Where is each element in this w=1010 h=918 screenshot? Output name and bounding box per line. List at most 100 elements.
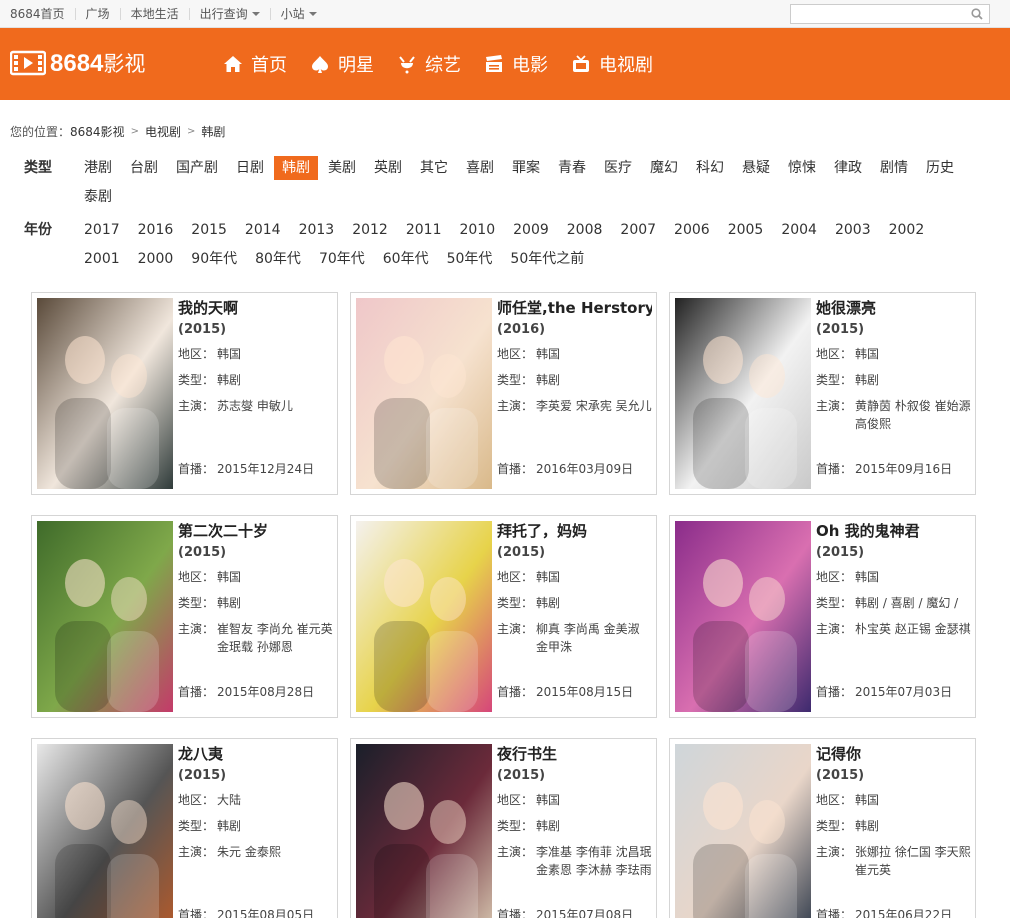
type-option[interactable]: 港剧 bbox=[76, 156, 120, 180]
type-option[interactable]: 英剧 bbox=[366, 156, 410, 180]
show-title[interactable]: 第二次二十岁 bbox=[178, 520, 333, 542]
year-option[interactable]: 2000 bbox=[130, 247, 182, 271]
show-title[interactable]: 龙八夷 bbox=[178, 743, 333, 765]
show-title[interactable]: 拜托了，妈妈 bbox=[497, 520, 652, 542]
type-option[interactable]: 台剧 bbox=[122, 156, 166, 180]
nav-tv[interactable]: 电视剧 bbox=[570, 50, 653, 78]
top-link[interactable]: 小站 bbox=[271, 8, 327, 20]
type-option[interactable]: 韩剧 bbox=[274, 156, 318, 180]
poster-image[interactable] bbox=[675, 521, 811, 712]
poster-image[interactable] bbox=[37, 521, 173, 712]
year-option[interactable]: 2008 bbox=[559, 218, 611, 242]
premiere-label: 首播： bbox=[178, 462, 215, 476]
premiere-label: 首播： bbox=[816, 908, 853, 918]
breadcrumb-item-tv[interactable]: 电视剧 bbox=[145, 123, 181, 140]
show-card[interactable]: 拜托了，妈妈 (2015) 地区： 韩国 类型： 韩剧 主演： 柳真 李尚禹 金美淑 … bbox=[350, 515, 657, 718]
show-info: 龙八夷 (2015) 地区： 大陆 类型： 韩剧 主演： 朱元 金泰熙 bbox=[178, 743, 333, 861]
top-search-input[interactable] bbox=[791, 5, 961, 23]
year-option[interactable]: 70年代 bbox=[311, 247, 373, 271]
show-title[interactable]: 师任堂,the Herstory bbox=[497, 297, 652, 319]
show-title[interactable]: 夜行书生 bbox=[497, 743, 652, 765]
genre-label: 类型： bbox=[497, 373, 534, 387]
genre-label: 类型： bbox=[816, 373, 853, 387]
type-options: 港剧 台剧 国产剧 日剧 韩剧 美剧 英剧 其它 喜剧 罪案 青春 医疗 魔幻 科幻 悬疑 惊悚 律政 剧情 历史泰… bbox=[76, 154, 976, 212]
type-option[interactable]: 惊悚 bbox=[780, 156, 824, 180]
year-option[interactable]: 2014 bbox=[237, 218, 289, 242]
show-card[interactable]: 夜行书生 (2015) 地区： 韩国 类型： 韩剧 主演： 李准基 李侑菲 沈昌珉 金… bbox=[350, 738, 657, 918]
type-option[interactable]: 日剧 bbox=[228, 156, 272, 180]
show-card[interactable]: 第二次二十岁 (2015) 地区： 韩国 类型： 韩剧 主演： 崔智友 李尚允 崔元英… bbox=[31, 515, 338, 718]
year-option[interactable]: 2013 bbox=[291, 218, 343, 242]
year-option[interactable]: 2001 bbox=[76, 247, 128, 271]
breadcrumb-item-site[interactable]: 8684影视 bbox=[70, 123, 125, 140]
show-info: 她很漂亮 (2015) 地区： 韩国 类型： 韩剧 主演： 黄静茵 朴叙俊 崔始源 高… bbox=[816, 297, 971, 433]
show-card[interactable]: Oh 我的鬼神君 (2015) 地区： 韩国 类型： 韩剧 / 喜剧 / 魔幻 / … bbox=[669, 515, 976, 718]
top-link[interactable]: 8684首页 bbox=[0, 7, 76, 20]
year-option[interactable]: 2009 bbox=[505, 218, 557, 242]
premiere-date: 2015年07月03日 bbox=[855, 685, 953, 699]
year-option[interactable]: 2017 bbox=[76, 218, 128, 242]
poster-image[interactable] bbox=[675, 744, 811, 918]
type-option[interactable]: 悬疑 bbox=[734, 156, 778, 180]
nav-variety[interactable]: 综艺 bbox=[396, 50, 461, 78]
year-option[interactable]: 2012 bbox=[344, 218, 396, 242]
show-card[interactable]: 记得你 (2015) 地区： 韩国 类型： 韩剧 主演： 张娜拉 徐仁国 李天熙 崔元… bbox=[669, 738, 976, 918]
type-option[interactable]: 魔幻 bbox=[642, 156, 686, 180]
type-option[interactable]: 泰剧 bbox=[76, 185, 120, 209]
poster-image[interactable] bbox=[356, 744, 492, 918]
type-filter: 类型 港剧 台剧 国产剧 日剧 韩剧 美剧 英剧 其它 喜剧 罪案 青春 医疗 魔幻 科幻 悬疑 惊悚 律政 剧情… bbox=[24, 154, 976, 205]
year-option[interactable]: 2016 bbox=[130, 218, 182, 242]
search-icon[interactable] bbox=[971, 8, 983, 20]
type-option[interactable]: 青春 bbox=[550, 156, 594, 180]
year-option[interactable]: 2004 bbox=[773, 218, 825, 242]
nav-movies[interactable]: 电影 bbox=[483, 50, 548, 78]
nav-home[interactable]: 首页 bbox=[222, 50, 287, 78]
type-option[interactable]: 喜剧 bbox=[458, 156, 502, 180]
site-logo[interactable]: 8684影视 bbox=[10, 48, 145, 78]
type-option[interactable]: 罪案 bbox=[504, 156, 548, 180]
nav-stars[interactable]: 明星 bbox=[309, 50, 374, 78]
year-option[interactable]: 2003 bbox=[827, 218, 879, 242]
show-title[interactable]: 我的天啊 bbox=[178, 297, 333, 319]
show-card[interactable]: 我的天啊 (2015) 地区： 韩国 类型： 韩剧 主演： 苏志燮 申敏儿 首播： 20… bbox=[31, 292, 338, 495]
cast-line: 主演： 柳真 李尚禹 金美淑 金甲洙 bbox=[497, 620, 652, 656]
show-card[interactable]: 师任堂,the Herstory (2016) 地区： 韩国 类型： 韩剧 主演：李… bbox=[350, 292, 657, 495]
year-option[interactable]: 50年代之前 bbox=[502, 247, 592, 271]
type-option[interactable]: 国产剧 bbox=[168, 156, 226, 180]
poster-image[interactable] bbox=[675, 298, 811, 489]
top-link[interactable]: 出行查询 bbox=[190, 7, 271, 20]
poster-image[interactable] bbox=[356, 521, 492, 712]
year-option[interactable]: 2005 bbox=[720, 218, 772, 242]
show-title[interactable]: 她很漂亮 bbox=[816, 297, 971, 319]
poster-image[interactable] bbox=[356, 298, 492, 489]
show-card[interactable]: 她很漂亮 (2015) 地区： 韩国 类型： 韩剧 主演： 黄静茵 朴叙俊 崔始源 高… bbox=[669, 292, 976, 495]
year-option[interactable]: 2006 bbox=[666, 218, 718, 242]
show-title[interactable]: Oh 我的鬼神君 bbox=[816, 520, 971, 542]
type-option[interactable]: 历史 bbox=[918, 156, 962, 180]
clapper-icon bbox=[486, 55, 502, 72]
show-year: (2015) bbox=[816, 322, 865, 337]
top-search-box[interactable] bbox=[790, 4, 990, 24]
region-label: 地区： bbox=[497, 347, 534, 361]
show-title[interactable]: 记得你 bbox=[816, 743, 971, 765]
year-option[interactable]: 2010 bbox=[451, 218, 503, 242]
year-option[interactable]: 2002 bbox=[881, 218, 933, 242]
year-option[interactable]: 60年代 bbox=[375, 247, 437, 271]
year-option[interactable]: 50年代 bbox=[439, 247, 501, 271]
year-option[interactable]: 2015 bbox=[183, 218, 235, 242]
type-option[interactable]: 其它 bbox=[412, 156, 456, 180]
type-option[interactable]: 剧情 bbox=[872, 156, 916, 180]
year-option[interactable]: 2007 bbox=[612, 218, 664, 242]
top-link[interactable]: 广场 bbox=[76, 7, 121, 20]
poster-image[interactable] bbox=[37, 744, 173, 918]
year-option[interactable]: 2011 bbox=[398, 218, 450, 242]
year-option[interactable]: 90年代 bbox=[183, 247, 245, 271]
type-option[interactable]: 科幻 bbox=[688, 156, 732, 180]
type-option[interactable]: 医疗 bbox=[596, 156, 640, 180]
top-link[interactable]: 本地生活 bbox=[121, 7, 190, 20]
show-card[interactable]: 龙八夷 (2015) 地区： 大陆 类型： 韩剧 主演： 朱元 金泰熙 首播： 2015… bbox=[31, 738, 338, 918]
type-option[interactable]: 美剧 bbox=[320, 156, 364, 180]
year-option[interactable]: 80年代 bbox=[247, 247, 309, 271]
type-option[interactable]: 律政 bbox=[826, 156, 870, 180]
poster-image[interactable] bbox=[37, 298, 173, 489]
